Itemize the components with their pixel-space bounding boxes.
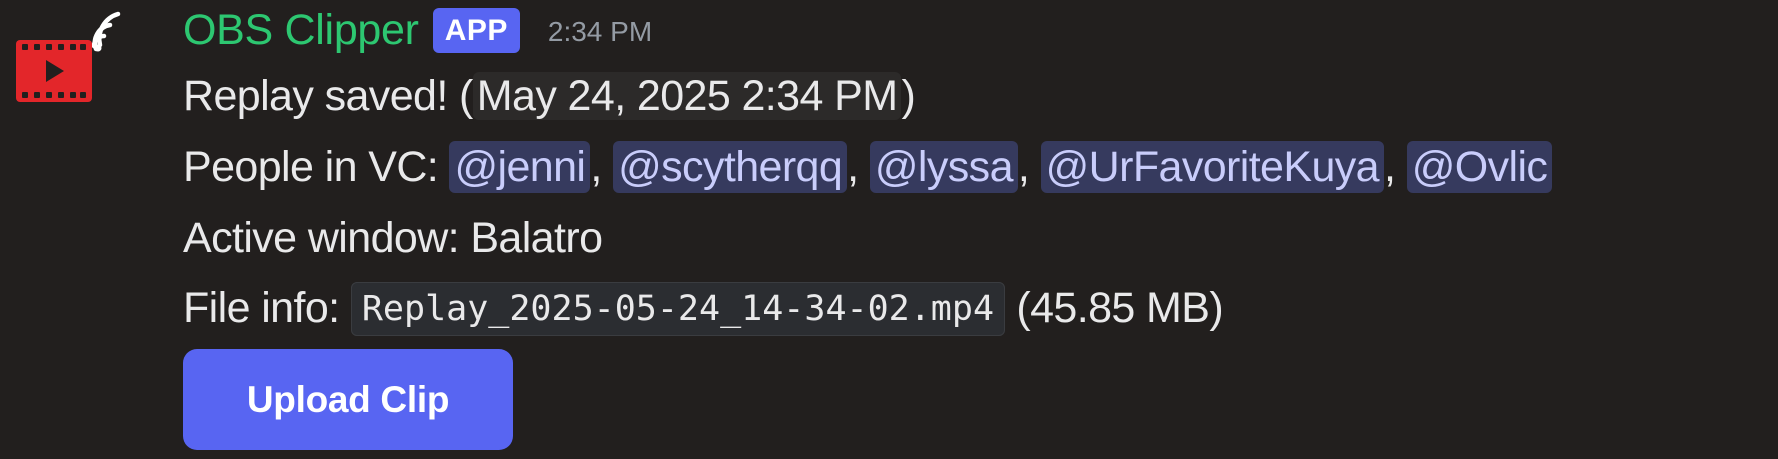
datetime-chip[interactable]: May 24, 2025 2:34 PM [472, 72, 902, 120]
open-paren: ( [459, 72, 473, 120]
upload-clip-button[interactable]: Upload Clip [183, 349, 513, 450]
message-timestamp[interactable]: 2:34 PM [548, 2, 652, 62]
mention-lyssa[interactable]: @lyssa [869, 141, 1018, 193]
mention-separator: , [590, 143, 614, 191]
mention-urfavoritekuya[interactable]: @UrFavoriteKuya [1040, 141, 1384, 193]
people-label: People in VC: [183, 143, 450, 191]
chat-message: OBS Clipper APP 2:34 PM Replay saved! (M… [0, 0, 1778, 459]
people-in-vc-line: People in VC: @jenni, @scytherqq, @lyssa… [183, 135, 1553, 199]
file-info-line: File info: Replay_2025-05-24_14-34-02.mp… [183, 276, 1224, 340]
close-paren: ) [901, 72, 916, 120]
file-size: (45.85 MB) [1016, 284, 1224, 332]
mention-ovlic[interactable]: @Ovlic [1406, 141, 1553, 193]
app-badge: APP [432, 7, 520, 53]
mention-separator: , [1017, 143, 1041, 191]
mention-separator: , [1383, 143, 1407, 191]
active-window-line: Active window: Balatro [183, 214, 603, 262]
file-info-label: File info: [183, 284, 351, 332]
message-header: OBS Clipper APP 2:34 PM [183, 0, 652, 60]
mention-separator: , [847, 143, 870, 191]
mention-scytherqq[interactable]: @scytherqq [613, 141, 848, 193]
obs-clipper-avatar-icon[interactable] [16, 6, 128, 108]
replay-saved-line: Replay saved! (May 24, 2025 2:34 PM) [183, 64, 916, 128]
replay-saved-text: Replay saved! [183, 72, 448, 120]
filename-code: Replay_2025-05-24_14-34-02.mp4 [350, 282, 1006, 336]
mention-jenni[interactable]: @jenni [449, 141, 591, 193]
author-name[interactable]: OBS Clipper [183, 0, 419, 60]
